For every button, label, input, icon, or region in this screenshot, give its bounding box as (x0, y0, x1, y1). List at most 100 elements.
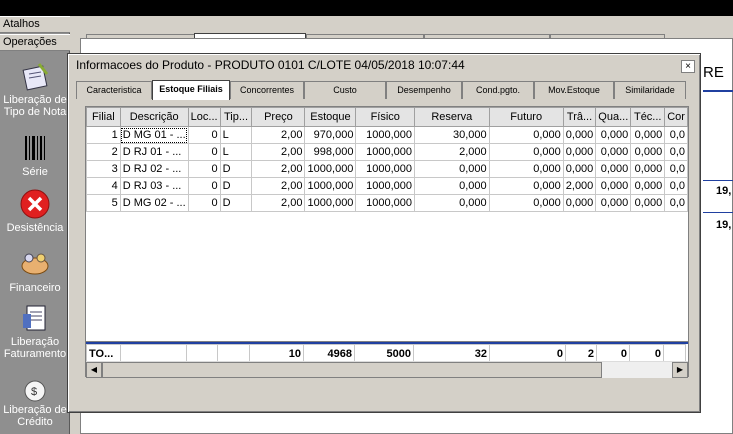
column-header[interactable]: Trâ... (562, 107, 597, 127)
table-cell[interactable]: 0,000 (488, 160, 564, 178)
table-cell[interactable]: 2,00 (251, 177, 306, 195)
column-header[interactable]: Téc... (630, 107, 666, 127)
table-cell[interactable]: 970,000 (304, 126, 357, 144)
column-header[interactable]: Tip... (219, 107, 253, 127)
column-header[interactable]: Cor (664, 107, 688, 127)
column-header[interactable]: Físico (355, 107, 416, 127)
table-cell[interactable]: 0,000 (595, 126, 632, 144)
table-cell[interactable]: D MG 01 - ... (119, 126, 189, 144)
table-cell[interactable]: 1000,000 (355, 177, 416, 195)
table-cell[interactable]: 2,00 (251, 194, 306, 212)
table-cell[interactable]: 0,000 (562, 126, 597, 144)
scroll-right-icon[interactable]: ▶ (672, 362, 688, 378)
table-cell[interactable]: D (219, 177, 253, 195)
table-cell[interactable]: 0,000 (595, 143, 632, 161)
scroll-left-icon[interactable]: ◀ (86, 362, 102, 378)
table-cell[interactable]: 998,000 (304, 143, 357, 161)
column-header[interactable]: Futuro (488, 107, 564, 127)
table-cell[interactable]: 2,00 (251, 126, 306, 144)
table-row[interactable]: 1D MG 01 - ... 0 L 2,00 970,000 1000,000 30,00… (86, 126, 688, 144)
sidebar-item-liberacao-faturamento[interactable]: Liberação Faturamento (0, 302, 70, 360)
table-cell[interactable]: 0 (187, 194, 221, 212)
table-cell[interactable]: 0,000 (488, 143, 564, 161)
table-cell[interactable]: 0,000 (595, 177, 632, 195)
table-cell[interactable]: D RJ 01 - ... (119, 143, 189, 161)
table-cell[interactable]: 0,000 (414, 177, 490, 195)
tab-concorrentes[interactable]: Concorrentes (230, 81, 304, 99)
table-cell[interactable]: 2,000 (414, 143, 490, 161)
table-cell[interactable]: 0,0 (664, 143, 688, 161)
table-cell[interactable]: 0,000 (562, 160, 597, 178)
table-cell[interactable]: 5 (86, 194, 121, 212)
table-cell[interactable]: 0,0 (664, 160, 688, 178)
table-cell[interactable]: L (219, 126, 253, 144)
table-cell[interactable]: 1000,000 (304, 160, 357, 178)
tab-mov-estoque[interactable]: Mov.Estoque (534, 81, 614, 99)
table-cell[interactable]: D (219, 194, 253, 212)
table-cell[interactable]: D RJ 03 - ... (119, 177, 189, 195)
table-row[interactable]: 2D RJ 01 - ... 0 L 2,00 998,000 1000,000 2,000… (86, 143, 688, 161)
table-cell[interactable]: 0,0 (664, 194, 688, 212)
table-cell[interactable]: 0,000 (488, 126, 564, 144)
table-cell[interactable]: 30,000 (414, 126, 490, 144)
table-cell[interactable]: 0,000 (630, 126, 666, 144)
table-cell[interactable]: 2,00 (251, 160, 306, 178)
column-header[interactable]: Filial (86, 107, 121, 127)
table-cell[interactable]: 1 (86, 126, 121, 144)
table-cell[interactable]: 1000,000 (304, 194, 357, 212)
scrollbar-thumb[interactable] (102, 362, 602, 378)
column-header[interactable]: Reserva (414, 107, 490, 127)
table-cell[interactable]: 0 (187, 177, 221, 195)
table-row[interactable]: 4D RJ 03 - ... 0 D 2,00 1000,000 1000,000 0,00… (86, 177, 688, 195)
table-cell[interactable]: 3 (86, 160, 121, 178)
tab-custo[interactable]: Custo (304, 81, 386, 99)
sidebar-item-liberacao-tipo-nota[interactable]: Liberação de Tipo de Nota (0, 60, 70, 118)
table-cell[interactable]: 0,000 (595, 160, 632, 178)
totals-horizontal-scrollbar[interactable]: ◀ ▶ (86, 361, 688, 378)
table-cell[interactable]: 0,000 (562, 143, 597, 161)
tab-similaridade[interactable]: Similaridade (614, 81, 686, 99)
table-cell[interactable]: 2 (86, 143, 121, 161)
table-cell[interactable]: D (219, 160, 253, 178)
table-cell[interactable]: 0,000 (630, 143, 666, 161)
tab-estoque-filiais[interactable]: Estoque Filiais (152, 80, 230, 100)
table-cell[interactable]: D MG 02 - ... (119, 194, 189, 212)
sidebar-item-desistencia[interactable]: Desistência (0, 188, 70, 234)
table-cell[interactable]: 4 (86, 177, 121, 195)
table-cell[interactable]: 1000,000 (355, 126, 416, 144)
sidebar-item-liberacao-credito[interactable]: $ Liberação de Crédito (0, 376, 70, 428)
table-row[interactable]: 5D MG 02 - ... 0 D 2,00 1000,000 1000,000 0,00… (86, 194, 688, 212)
sidebar-header-atalhos[interactable]: Atalhos (0, 16, 70, 33)
table-cell[interactable]: 0,000 (630, 160, 666, 178)
table-cell[interactable]: 0,000 (630, 177, 666, 195)
table-cell[interactable]: L (219, 143, 253, 161)
tab-cond-pgto[interactable]: Cond.pgto. (462, 81, 534, 99)
table-cell[interactable]: 0,000 (562, 194, 597, 212)
table-cell[interactable]: 1000,000 (355, 160, 416, 178)
table-cell[interactable]: 2,000 (562, 177, 597, 195)
table-cell[interactable]: 0,000 (595, 194, 632, 212)
column-header[interactable]: Estoque (304, 107, 357, 127)
column-header[interactable]: Descrição (119, 107, 189, 127)
column-header[interactable]: Qua... (595, 107, 632, 127)
table-cell[interactable]: 0,0 (664, 177, 688, 195)
column-header[interactable]: Loc... (187, 107, 221, 127)
sidebar-item-serie[interactable]: Série (0, 132, 70, 178)
stock-grid[interactable]: Filial Descrição Loc... Tip... Preço Estoque F… (85, 106, 689, 376)
table-cell[interactable]: 0,0 (664, 126, 688, 144)
tab-desempenho[interactable]: Desempenho (386, 81, 462, 99)
table-cell[interactable]: 0,000 (414, 160, 490, 178)
table-cell[interactable]: 0 (187, 126, 221, 144)
table-cell[interactable]: 0,000 (488, 194, 564, 212)
sidebar-item-financeiro[interactable]: Financeiro (0, 248, 70, 294)
table-cell[interactable]: 1000,000 (355, 143, 416, 161)
table-cell[interactable]: 0,000 (414, 194, 490, 212)
close-button[interactable]: × (681, 60, 695, 73)
table-cell[interactable]: D RJ 02 - ... (119, 160, 189, 178)
table-cell[interactable]: 0 (187, 160, 221, 178)
table-cell[interactable]: 1000,000 (304, 177, 357, 195)
table-cell[interactable]: 0 (187, 143, 221, 161)
table-cell[interactable]: 1000,000 (355, 194, 416, 212)
table-cell[interactable]: 0,000 (488, 177, 564, 195)
table-cell[interactable]: 0,000 (630, 194, 666, 212)
